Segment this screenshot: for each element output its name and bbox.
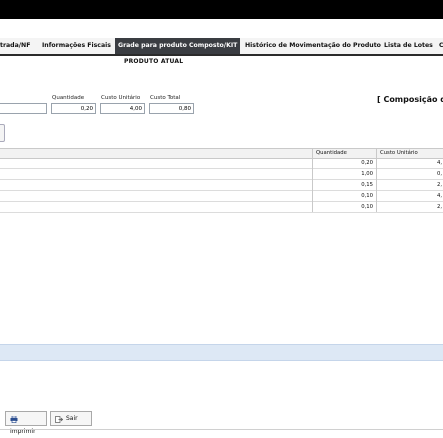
col-header-custo-unitario[interactable]: Custo Unitário [380, 149, 418, 158]
cell-quantidade: 0,15 [361, 182, 373, 188]
cell-custo: 0, [437, 171, 443, 177]
tab-bar: trada/NF Informações Fiscais Grade para … [0, 38, 443, 56]
custo-total-field[interactable] [149, 103, 194, 114]
product-field[interactable] [0, 103, 47, 114]
cell-quantidade: 0,10 [361, 193, 373, 199]
bottom-divider [0, 429, 443, 430]
sair-button[interactable]: Sair [50, 411, 92, 426]
col-header-quantidade[interactable]: Quantidade [316, 149, 347, 158]
add-button[interactable] [0, 124, 5, 142]
sair-label: Sair [66, 415, 78, 422]
tab-c[interactable]: C [439, 38, 443, 54]
quantidade-field[interactable] [51, 103, 96, 114]
tab-entrada-nf[interactable]: trada/NF [0, 38, 30, 54]
cell-quantidade: 0,20 [361, 160, 373, 166]
tab-informacoes-fiscais[interactable]: Informações Fiscais [42, 38, 111, 54]
composicao-title: [ Composição d [377, 95, 443, 104]
imprimir-button[interactable]: Imprimir [5, 411, 47, 435]
custo-unitario-field[interactable] [100, 103, 145, 114]
custo-unitario-label: Custo Unitário [101, 95, 141, 101]
window-top-bar [0, 0, 443, 19]
cell-custo: 4, [437, 160, 443, 166]
tab-historico-movimentacao[interactable]: Histórico de Movimentação do Produto [245, 38, 381, 54]
status-band [0, 344, 443, 361]
printer-icon [10, 415, 18, 424]
quantidade-label: Quantidade [52, 95, 85, 101]
grid-divider [376, 148, 377, 212]
cell-custo: 2, [437, 182, 443, 188]
tab-grade-composto-kit[interactable]: Grade para produto Composto/KIT [115, 38, 241, 54]
tab-lista-lotes[interactable]: Lista de Lotes [384, 38, 433, 54]
exit-icon [55, 415, 64, 423]
cell-custo: 4, [437, 193, 443, 199]
cell-quantidade: 0,10 [361, 204, 373, 210]
cell-custo: 2, [437, 204, 443, 210]
custo-total-label: Custo Total [150, 95, 181, 101]
cell-quantidade: 1,00 [361, 171, 373, 177]
grid-divider [312, 148, 313, 212]
section-title: PRODUTO ATUAL [124, 58, 184, 65]
